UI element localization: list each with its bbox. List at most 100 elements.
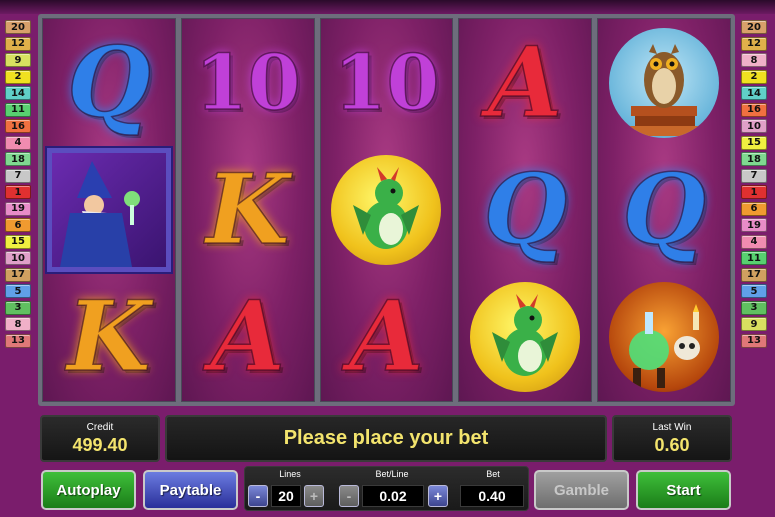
payline-indicator[interactable]: 5 bbox=[5, 284, 31, 298]
payline-indicator[interactable]: 5 bbox=[741, 284, 767, 298]
reel-cell: A bbox=[459, 19, 591, 146]
reel-area: Q K 10 K A 10 A A Q Q bbox=[38, 14, 735, 406]
reel-2: 10 K A bbox=[180, 18, 315, 402]
bet-line-increase-button[interactable]: + bbox=[428, 485, 448, 507]
payline-indicator[interactable]: 18 bbox=[5, 152, 31, 166]
payline-indicator[interactable]: 11 bbox=[5, 102, 31, 117]
payline-indicator[interactable]: 20 bbox=[741, 20, 767, 34]
a-symbol-icon: A bbox=[210, 280, 286, 394]
last-win-display: Last Win 0.60 bbox=[612, 415, 732, 462]
payline-indicator[interactable]: 19 bbox=[5, 201, 31, 216]
payline-indicator[interactable]: 4 bbox=[741, 234, 767, 249]
payline-indicator[interactable]: 2 bbox=[5, 69, 31, 84]
payline-indicator[interactable]: 3 bbox=[741, 300, 767, 315]
k-symbol-icon: K bbox=[66, 280, 151, 394]
payline-indicator[interactable]: 15 bbox=[741, 135, 767, 150]
gamble-button[interactable]: Gamble bbox=[534, 470, 629, 510]
a-symbol-icon: A bbox=[487, 25, 563, 139]
autoplay-button[interactable]: Autoplay bbox=[41, 470, 136, 510]
payline-indicator[interactable]: 12 bbox=[5, 36, 31, 51]
reel-cell: A bbox=[182, 274, 314, 401]
payline-indicator[interactable]: 7 bbox=[5, 168, 31, 183]
payline-indicator[interactable]: 10 bbox=[741, 119, 767, 133]
payline-indicator[interactable]: 20 bbox=[5, 20, 31, 34]
credit-label: Credit bbox=[86, 421, 114, 433]
payline-indicator[interactable]: 11 bbox=[741, 251, 767, 265]
payline-indicator[interactable]: 9 bbox=[741, 317, 767, 331]
reel-3: 10 A bbox=[319, 18, 454, 402]
reel-cell bbox=[598, 19, 730, 146]
bet-line-label: Bet/Line bbox=[375, 469, 409, 479]
payline-indicator[interactable]: 17 bbox=[741, 267, 767, 282]
payline-indicator[interactable]: 1 bbox=[5, 185, 31, 199]
k-symbol-icon: K bbox=[205, 152, 290, 266]
reel-cell bbox=[321, 146, 453, 273]
payline-indicator[interactable]: 9 bbox=[5, 53, 31, 67]
ten-symbol-icon: 10 bbox=[333, 37, 440, 127]
reel-cell: Q bbox=[598, 146, 730, 273]
credit-display: Credit 499.40 bbox=[40, 415, 160, 462]
reel-cell bbox=[598, 274, 730, 401]
reel-cell: Q bbox=[43, 19, 175, 146]
lines-decrease-button[interactable]: - bbox=[248, 485, 268, 507]
last-win-label: Last Win bbox=[652, 421, 692, 433]
payline-indicator[interactable]: 8 bbox=[5, 317, 31, 331]
reel-cell: K bbox=[182, 146, 314, 273]
payline-indicator[interactable]: 3 bbox=[5, 300, 31, 315]
dragon-symbol-icon bbox=[331, 154, 442, 265]
payline-indicator[interactable]: 10 bbox=[5, 251, 31, 265]
reel-5: Q bbox=[597, 18, 731, 402]
payline-indicator[interactable]: 1 bbox=[741, 185, 767, 199]
a-symbol-icon: A bbox=[348, 280, 424, 394]
owl-symbol-icon bbox=[609, 27, 720, 138]
lines-value: 20 bbox=[271, 485, 301, 507]
lines-label: Lines bbox=[279, 469, 301, 479]
payline-indicator[interactable]: 17 bbox=[5, 267, 31, 282]
payline-indicator[interactable]: 2 bbox=[741, 69, 767, 84]
dragon-symbol-icon bbox=[470, 282, 581, 393]
bet-value: 0.40 bbox=[460, 485, 524, 507]
payline-indicator[interactable]: 18 bbox=[741, 152, 767, 166]
reel-cell bbox=[459, 274, 591, 401]
payline-indicator[interactable]: 8 bbox=[741, 53, 767, 67]
paytable-button[interactable]: Paytable bbox=[143, 470, 238, 510]
q-symbol-icon: Q bbox=[66, 25, 151, 139]
payline-indicator[interactable]: 12 bbox=[741, 36, 767, 51]
lines-increase-button[interactable]: + bbox=[304, 485, 324, 507]
payline-indicator[interactable]: 14 bbox=[5, 86, 31, 100]
payline-indicator[interactable]: 16 bbox=[5, 119, 31, 133]
bet-label: Bet bbox=[486, 469, 500, 479]
bet-panel: Lines Bet/Line Bet - 20 + - 0.02 + 0.40 bbox=[244, 466, 529, 511]
q-symbol-icon: Q bbox=[483, 152, 568, 266]
payline-indicator[interactable]: 13 bbox=[5, 333, 31, 348]
last-win-value: 0.60 bbox=[654, 434, 690, 455]
start-button[interactable]: Start bbox=[636, 470, 731, 510]
payline-indicator[interactable]: 6 bbox=[5, 218, 31, 232]
bet-line-decrease-button[interactable]: - bbox=[339, 485, 359, 507]
payline-indicator[interactable]: 14 bbox=[741, 86, 767, 100]
reel-cell: Q bbox=[459, 146, 591, 273]
reel-cell bbox=[43, 145, 175, 274]
credit-value: 499.40 bbox=[72, 434, 128, 455]
payline-indicator[interactable]: 16 bbox=[741, 102, 767, 117]
payline-indicator[interactable]: 13 bbox=[741, 333, 767, 348]
reel-cell: K bbox=[43, 274, 175, 401]
wizard-symbol-icon bbox=[44, 145, 173, 274]
ten-symbol-icon: 10 bbox=[194, 37, 301, 127]
q-symbol-icon: Q bbox=[622, 152, 707, 266]
reel-1: QK bbox=[42, 18, 176, 402]
reel-cell: 10 bbox=[321, 19, 453, 146]
payline-indicator[interactable]: 6 bbox=[741, 201, 767, 216]
reel-cell: 10 bbox=[182, 19, 314, 146]
reel-cell: A bbox=[321, 274, 453, 401]
left-payline-indicators: 20 12 9 2 14 11 16 4 18 7 1 19 6 15 10 17 5 3 8 13 bbox=[5, 20, 35, 350]
right-payline-indicators: 20 12 8 2 14 16 10 15 18 7 1 6 19 4 11 17 5 3 9 13 bbox=[741, 20, 771, 350]
reel-4: AQ bbox=[458, 18, 593, 402]
payline-indicator[interactable]: 19 bbox=[741, 218, 767, 232]
potion-symbol-icon bbox=[609, 282, 720, 393]
payline-indicator[interactable]: 7 bbox=[741, 168, 767, 183]
top-strip bbox=[0, 0, 775, 14]
payline-indicator[interactable]: 4 bbox=[5, 135, 31, 150]
payline-indicator[interactable]: 15 bbox=[5, 234, 31, 249]
bet-line-value: 0.02 bbox=[362, 485, 424, 507]
